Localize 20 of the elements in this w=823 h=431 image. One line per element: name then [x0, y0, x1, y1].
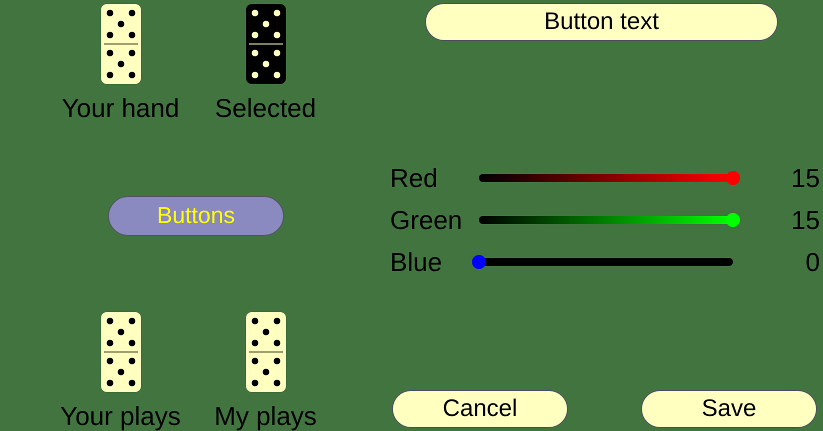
slider-label: Green: [390, 204, 464, 236]
domino-icon[interactable]: [244, 3, 286, 85]
domino-icon[interactable]: [100, 311, 142, 393]
domino-label: Your plays: [60, 401, 181, 431]
slider-thumb[interactable]: [726, 171, 740, 185]
slider-thumb[interactable]: [726, 213, 740, 227]
save-button[interactable]: Save: [641, 390, 817, 428]
domino-label: Selected: [214, 93, 316, 123]
slider-label: Blue: [390, 246, 444, 278]
domino-icon[interactable]: [244, 311, 286, 393]
domino-label: My plays: [214, 401, 317, 431]
domino-label: Your hand: [62, 93, 180, 123]
slider-value: 15: [790, 204, 821, 236]
domino-icon[interactable]: [100, 3, 142, 85]
slider-thumb[interactable]: [472, 255, 486, 269]
cancel-button[interactable]: Cancel: [392, 390, 568, 428]
slider-value: 0: [804, 246, 821, 278]
slider-value: 15: [790, 162, 821, 194]
preview-button[interactable]: Button text: [425, 3, 778, 41]
slider-label: Red: [390, 162, 439, 194]
